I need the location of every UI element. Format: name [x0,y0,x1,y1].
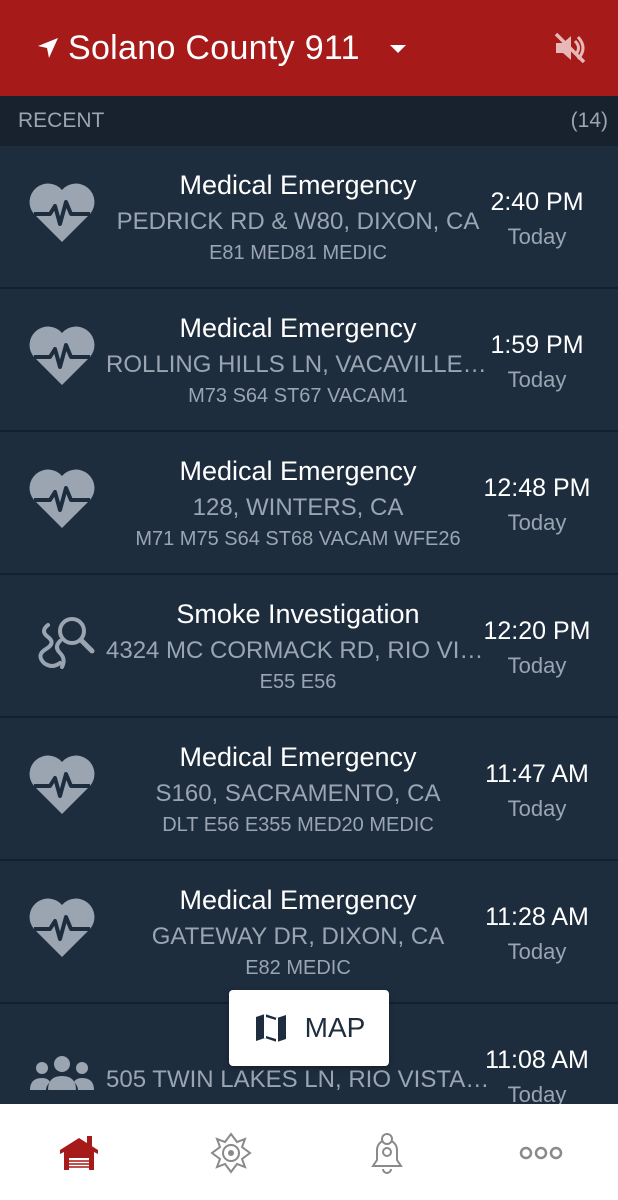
incident-address: GATEWAY DR, DIXON, CA [151,923,445,950]
incident-units: DLT E56 E355 MED20 MEDIC [162,814,434,836]
incident-details: Medical Emergency 128, WINTERS, CA M71 M75… [106,454,490,552]
incident-timestamp: 12:48 PM Today [472,472,602,538]
heart-pulse-icon [26,464,98,536]
incident-row[interactable]: Smoke Investigation 4324 MC CORMACK RD, R… [0,575,618,718]
bottom-navigation [0,1104,618,1200]
incident-details: Medical Emergency PEDRICK RD & W80, DIXON… [106,168,490,266]
incident-day: Today [507,224,567,249]
incident-units: E55 E56 [259,671,337,693]
section-count: (14) [570,109,608,132]
incident-day: Today [507,653,567,678]
recent-section-header: RECENT (14) [0,96,618,146]
incident-timestamp: 1:59 PM Today [472,329,602,395]
heart-pulse-icon [26,178,98,250]
incident-day: Today [507,367,567,392]
incident-time: 1:59 PM [490,331,584,359]
chevron-down-icon[interactable] [388,42,408,56]
incident-address: S160, SACRAMENTO, CA [155,780,441,807]
maltese-cross-icon [210,1132,252,1174]
incident-type: Medical Emergency [179,313,417,343]
incident-timestamp: 11:08 AM Today [472,1044,602,1110]
incident-details: Medical Emergency GATEWAY DR, DIXON, CA E8… [106,883,490,981]
incident-details: Smoke Investigation 4324 MC CORMACK RD, R… [106,597,490,695]
smoke-search-icon [26,607,98,679]
incident-row[interactable]: Medical Emergency 128, WINTERS, CA M71 M75… [0,432,618,575]
incident-day: Today [507,939,567,964]
county-title[interactable]: Solano County 911 [68,26,360,70]
incident-time: 12:20 PM [483,617,591,645]
heart-pulse-icon [26,893,98,965]
incident-row[interactable]: Medical Emergency ROLLING HILLS LN, VACAV… [0,289,618,432]
incident-type: Medical Emergency [179,170,417,200]
incident-address: 4324 MC CORMACK RD, RIO VISTA, CA [106,637,490,664]
map-icon [255,1014,286,1042]
tab-home[interactable] [56,1130,102,1176]
map-button[interactable]: MAP [229,990,389,1066]
app-screen: Solano County 911 RECENT (14) Medical Em… [0,0,618,1200]
tab-fire-department[interactable] [208,1130,254,1176]
incident-time: 11:08 AM [485,1046,589,1074]
incident-type: Medical Emergency [179,742,417,772]
incident-type: Medical Emergency [179,885,417,915]
bell-gear-icon [371,1133,403,1174]
incident-timestamp: 11:28 AM Today [472,901,602,967]
incident-details: Medical Emergency S160, SACRAMENTO, CA DLT… [106,740,490,838]
navigation-arrow-icon[interactable] [36,36,60,60]
incident-day: Today [507,796,567,821]
incident-address: ROLLING HILLS LN, VACAVILLE, CA [106,351,490,378]
incident-units: M73 S64 ST67 VACAM1 [188,385,408,407]
incident-units: E81 MED81 MEDIC [209,242,387,264]
incident-time: 11:47 AM [485,760,589,788]
incident-row[interactable]: Medical Emergency PEDRICK RD & W80, DIXON… [0,146,618,289]
heart-pulse-icon [26,321,98,393]
incident-timestamp: 12:20 PM Today [472,615,602,681]
incident-row[interactable]: Medical Emergency GATEWAY DR, DIXON, CA E8… [0,861,618,1004]
incident-units: M71 M75 S64 ST68 VACAM WFE26 [135,528,461,550]
incident-timestamp: 2:40 PM Today [472,186,602,252]
incident-address: PEDRICK RD & W80, DIXON, CA [116,208,480,235]
incident-day: Today [507,510,567,535]
tab-alert-settings[interactable] [364,1130,410,1176]
incident-type: Smoke Investigation [176,599,420,629]
incident-units: E82 MEDIC [245,957,351,979]
incident-time: 12:48 PM [483,474,591,502]
heart-pulse-icon [26,750,98,822]
incident-type: Medical Emergency [179,456,417,486]
people-group-icon [26,1036,98,1108]
incident-time: 11:28 AM [485,903,589,931]
section-label: RECENT [18,109,105,132]
incident-address: 505 TWIN LAKES LN, RIO VISTA, CA [106,1066,490,1093]
incident-time: 2:40 PM [490,188,584,216]
top-app-bar: Solano County 911 [0,0,618,96]
fire-station-icon [60,1136,98,1170]
volume-mute-icon[interactable] [550,28,590,68]
incident-timestamp: 11:47 AM Today [472,758,602,824]
tab-more[interactable] [518,1130,564,1176]
incident-address: 128, WINTERS, CA [192,494,404,521]
map-button-label: MAP [304,1012,366,1043]
incident-row[interactable]: Medical Emergency S160, SACRAMENTO, CA DLT… [0,718,618,861]
incident-details: Medical Emergency ROLLING HILLS LN, VACAV… [106,311,490,409]
more-dots-icon [519,1146,563,1160]
